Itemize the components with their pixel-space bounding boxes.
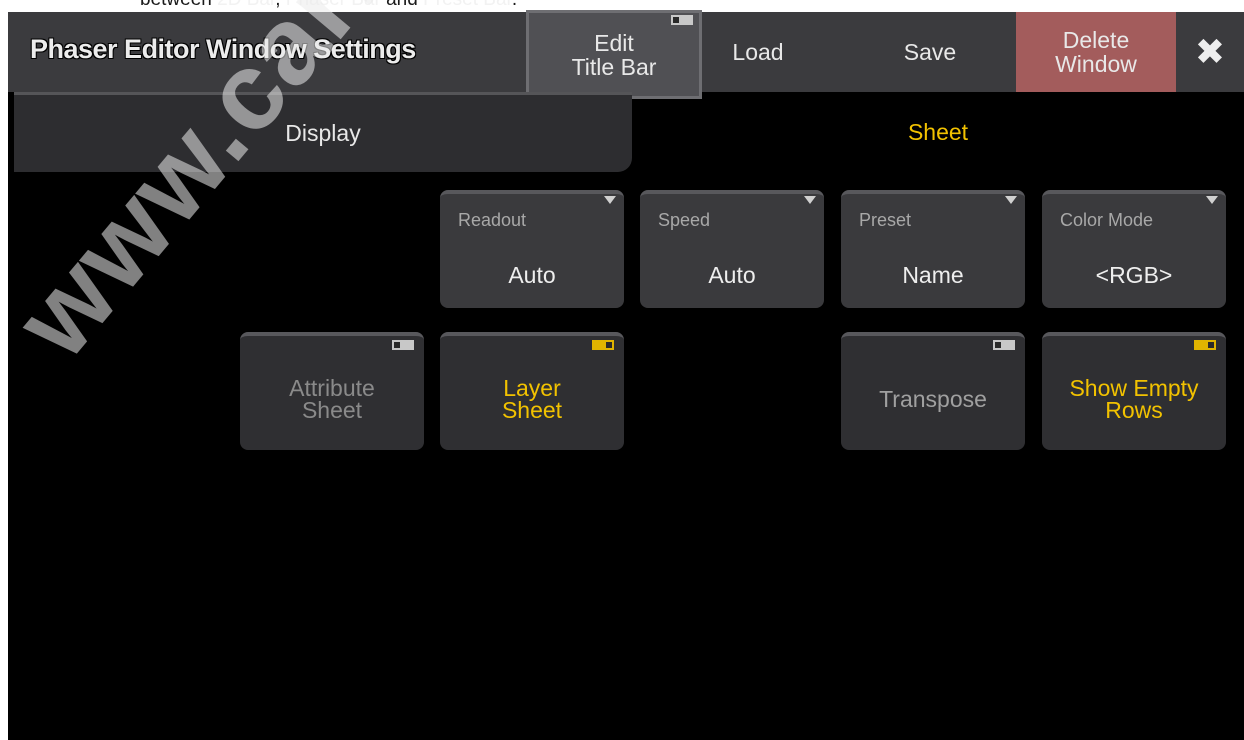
color-mode-value: <RGB> <box>1095 262 1173 288</box>
readout-caption: Readout <box>458 210 527 230</box>
layer-sheet-label: Layer Sheet <box>440 336 624 450</box>
tab-display[interactable]: Display <box>14 92 632 172</box>
color-mode-caption: Color Mode <box>1060 210 1154 230</box>
phaser-editor-settings-window: Phaser Editor Window Settings Edit Title… <box>8 10 1244 740</box>
doc-text-line: between 2D Bar, Phaser Bar and Preset Ba… <box>140 0 517 11</box>
layer-sheet-label-line2: Sheet <box>501 397 563 423</box>
speed-value: Auto <box>708 262 756 288</box>
dropdown-arrow-icon <box>804 196 816 204</box>
dropdown-arrow-icon <box>1005 196 1017 204</box>
window-title: Phaser Editor Window Settings <box>30 34 416 64</box>
doc-text-prefix: between <box>140 0 217 10</box>
readout-value: Auto <box>508 262 556 288</box>
doc-text-option-2d-bar: 2D Bar <box>217 0 275 10</box>
toggle-indicator-icon <box>671 15 693 25</box>
title-bar: Phaser Editor Window Settings Edit Title… <box>8 10 1244 99</box>
show-empty-rows-toggle[interactable]: Show Empty Rows <box>1042 332 1226 450</box>
delete-window-button[interactable]: Delete Window <box>1016 12 1176 92</box>
attribute-sheet-label: Attribute Sheet <box>240 336 424 450</box>
speed-setting[interactable]: Speed Auto <box>640 190 824 308</box>
doc-text-suffix: . <box>512 0 517 10</box>
save-button[interactable]: Save <box>876 12 984 92</box>
transpose-toggle[interactable]: Transpose <box>841 332 1025 450</box>
attribute-sheet-label-line2: Sheet <box>301 397 363 423</box>
layer-sheet-toggle[interactable]: Layer Sheet <box>440 332 624 450</box>
doc-text-separator: and <box>381 0 423 10</box>
preset-value: Name <box>902 262 964 288</box>
doc-text-option-phaser-bar: Phaser Bar <box>286 0 381 10</box>
edit-title-bar-label-line1: Edit <box>594 29 634 56</box>
close-icon: ✖ <box>1194 31 1226 72</box>
doc-text-separator: , <box>275 0 286 10</box>
show-empty-rows-label-line2: Rows <box>1105 397 1163 423</box>
preset-setting[interactable]: Preset Name <box>841 190 1025 308</box>
close-window-button[interactable]: ✖ <box>1176 12 1244 92</box>
delete-window-label-line2: Window <box>1055 51 1137 77</box>
delete-window-label-line1: Delete <box>1062 27 1130 53</box>
dropdown-arrow-icon <box>1206 196 1218 204</box>
show-empty-rows-label: Show Empty Rows <box>1042 336 1226 450</box>
tab-sheet[interactable]: Sheet <box>632 92 1244 172</box>
attribute-sheet-toggle[interactable]: Attribute Sheet <box>240 332 424 450</box>
readout-setting[interactable]: Readout Auto <box>440 190 624 308</box>
load-button[interactable]: Load <box>704 12 812 92</box>
transpose-label: Transpose <box>879 386 987 412</box>
edit-title-bar-button[interactable]: Edit Title Bar <box>526 10 702 99</box>
color-mode-setting[interactable]: Color Mode <RGB> <box>1042 190 1226 308</box>
preset-caption: Preset <box>859 210 912 230</box>
edit-title-bar-label-line2: Title Bar <box>571 53 657 80</box>
doc-text-option-preset-bar: Preset Bar <box>423 0 512 10</box>
dropdown-arrow-icon <box>604 196 616 204</box>
speed-caption: Speed <box>658 210 711 230</box>
